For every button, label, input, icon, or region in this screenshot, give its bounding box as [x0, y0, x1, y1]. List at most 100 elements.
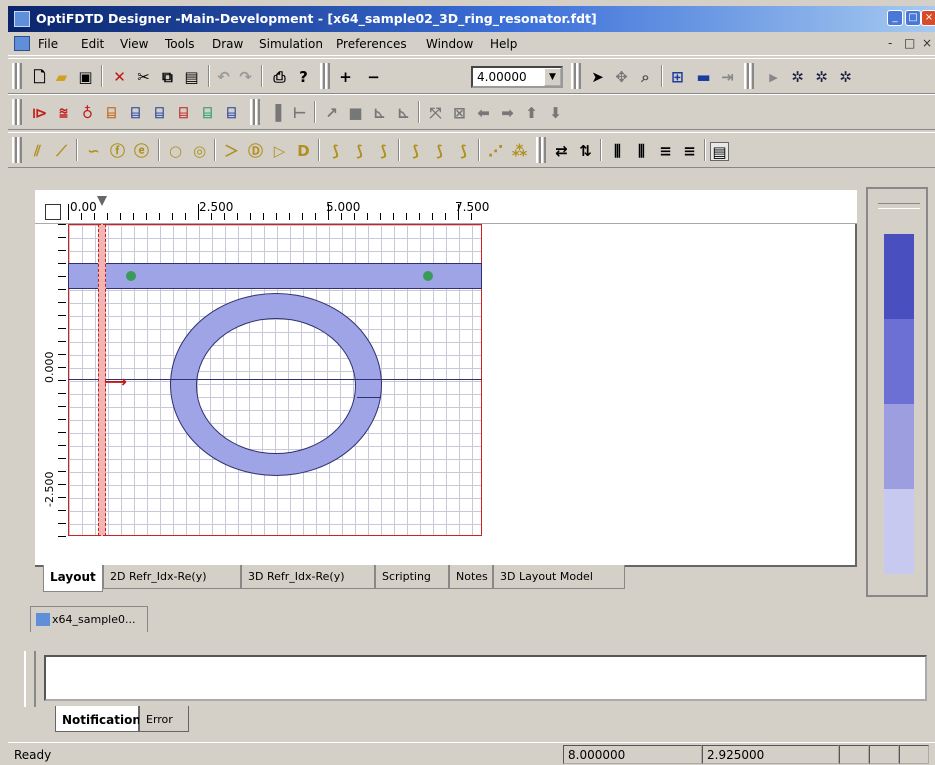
- redo-icon[interactable]: ↷: [236, 68, 255, 87]
- align-bottom-icon[interactable]: ⊢: [290, 104, 309, 123]
- measure-icon[interactable]: ↗: [322, 104, 341, 123]
- print-icon[interactable]: ⎙: [270, 68, 289, 87]
- profile-icon[interactable]: ♁: [78, 104, 97, 123]
- bend6-icon[interactable]: ⟆: [454, 142, 473, 161]
- edge-icon[interactable]: ⊾: [370, 104, 389, 123]
- edge2-icon[interactable]: ⊾: [394, 104, 413, 123]
- fill-icon[interactable]: ■: [346, 104, 365, 123]
- expression-wg-icon[interactable]: ⓔ: [132, 142, 151, 161]
- document-tab[interactable]: x64_sample0...: [30, 606, 148, 632]
- menu-window[interactable]: Window: [426, 37, 473, 51]
- tab-2d-refr-idx[interactable]: 2D Refr_Idx-Re(y): [103, 565, 241, 589]
- waveguide-point-left[interactable]: [126, 271, 136, 281]
- menu-draw[interactable]: Draw: [212, 37, 243, 51]
- lens-icon[interactable]: ⌸: [198, 104, 217, 123]
- notification-panel[interactable]: [44, 655, 927, 701]
- help-icon[interactable]: ?: [294, 68, 313, 87]
- pan-icon[interactable]: ✥: [612, 68, 631, 87]
- open-icon[interactable]: ▰: [52, 68, 71, 87]
- menu-view[interactable]: View: [120, 37, 148, 51]
- polygon-icon[interactable]: D: [294, 142, 313, 161]
- chevron-down-icon[interactable]: ▼: [544, 68, 561, 86]
- menu-help[interactable]: Help: [490, 37, 517, 51]
- toolbar-grip[interactable]: [749, 63, 754, 89]
- material-icon[interactable]: ⩰: [54, 104, 73, 123]
- menu-simulation[interactable]: Simulation: [259, 37, 323, 51]
- observation-icon[interactable]: ⇥: [718, 68, 737, 87]
- mdi-close-button[interactable]: ×: [922, 36, 932, 50]
- mmi-icon[interactable]: Ⓓ: [246, 142, 265, 161]
- copy-icon[interactable]: ⧉: [158, 68, 177, 87]
- mdi-restore-button[interactable]: □: [904, 36, 915, 50]
- tab-error[interactable]: Error: [139, 706, 189, 732]
- run-icon[interactable]: ▶: [764, 68, 783, 87]
- menu-tools[interactable]: Tools: [165, 37, 195, 51]
- align-left-icon[interactable]: ▐: [266, 104, 285, 123]
- menu-preferences[interactable]: Preferences: [336, 37, 407, 51]
- spacing2-icon[interactable]: ≡: [680, 142, 699, 161]
- distribute-icon[interactable]: ⫼: [608, 142, 627, 161]
- arrow-left-icon[interactable]: ⬅: [474, 104, 493, 123]
- title-bar[interactable]: OptiFDTD Designer -Main-Development - [x…: [8, 6, 935, 32]
- bend3-icon[interactable]: ⟆: [374, 142, 393, 161]
- ruler-corner-checkbox[interactable]: [45, 204, 61, 220]
- zoom-in-icon[interactable]: +: [336, 68, 355, 87]
- ellipse-icon[interactable]: ○: [166, 142, 185, 161]
- save-icon[interactable]: ▣: [76, 68, 95, 87]
- grid-icon[interactable]: ⊞: [668, 68, 687, 87]
- menu-file[interactable]: File: [38, 37, 58, 51]
- bend5-icon[interactable]: ⟆: [430, 142, 449, 161]
- tab-notes[interactable]: Notes: [449, 565, 493, 589]
- group-icon[interactable]: ⋰: [486, 142, 505, 161]
- toolbar-grip[interactable]: [541, 137, 546, 163]
- channel-icon[interactable]: ⌸: [102, 104, 121, 123]
- ring-icon[interactable]: ◎: [190, 142, 209, 161]
- toolbar-grip[interactable]: [255, 99, 260, 125]
- simulate3-icon[interactable]: ✲: [836, 68, 855, 87]
- distribute2-icon[interactable]: ⫼: [632, 142, 651, 161]
- cut-icon[interactable]: ✂: [134, 68, 153, 87]
- spacing-icon[interactable]: ≡: [656, 142, 675, 161]
- toolbar-grip[interactable]: [17, 137, 22, 163]
- array-icon[interactable]: ⁂: [510, 142, 529, 161]
- zoom-input[interactable]: 4.00000 ▼: [471, 66, 563, 88]
- tab-3d-refr-idx[interactable]: 3D Refr_Idx-Re(y): [241, 565, 375, 589]
- paste-icon[interactable]: ▤: [182, 68, 201, 87]
- lens2-icon[interactable]: ⌸: [222, 104, 241, 123]
- waveguide-point-right[interactable]: [423, 271, 433, 281]
- flip-h-icon[interactable]: ⇄: [552, 142, 571, 161]
- tab-3d-layout-model[interactable]: 3D Layout Model: [493, 565, 625, 589]
- taper-icon[interactable]: ⌸: [174, 104, 193, 123]
- flip-v-icon[interactable]: ⇅: [576, 142, 595, 161]
- rotate-icon[interactable]: ⤧: [426, 104, 445, 123]
- tab-layout[interactable]: Layout: [43, 565, 103, 592]
- arc-wg-icon[interactable]: ⟋: [52, 142, 71, 161]
- toolbar-grip[interactable]: [17, 63, 22, 89]
- arrow-up-icon[interactable]: ⬆: [522, 104, 541, 123]
- legend-handle[interactable]: [878, 203, 920, 209]
- waveguide-array2-icon[interactable]: ⌸: [150, 104, 169, 123]
- toolbar-grip[interactable]: [17, 99, 22, 125]
- notification-grip[interactable]: [24, 651, 36, 707]
- menu-edit[interactable]: Edit: [81, 37, 104, 51]
- taper-wg-icon[interactable]: ＞: [222, 142, 241, 161]
- tab-scripting[interactable]: Scripting: [375, 565, 449, 589]
- simulate2-icon[interactable]: ✲: [812, 68, 831, 87]
- bend4-icon[interactable]: ⟆: [406, 142, 425, 161]
- toolbar-grip[interactable]: [576, 63, 581, 89]
- wafer-icon[interactable]: ⧐: [30, 104, 49, 123]
- function-wg-icon[interactable]: ⓕ: [108, 142, 127, 161]
- zoom-out-icon[interactable]: −: [364, 68, 383, 87]
- maximize-button[interactable]: □: [905, 10, 921, 26]
- tab-notification[interactable]: Notification: [55, 706, 141, 732]
- delete-icon[interactable]: ✕: [110, 68, 129, 87]
- select-icon[interactable]: ➤: [588, 68, 607, 87]
- toolbar-grip[interactable]: [325, 63, 330, 89]
- arrow-down-icon[interactable]: ⬇: [546, 104, 565, 123]
- new-icon[interactable]: 🗋: [30, 68, 49, 87]
- properties-icon[interactable]: ▤: [710, 142, 729, 161]
- linear-wg-icon[interactable]: ⫽: [28, 142, 47, 161]
- waveguide-array-icon[interactable]: ⌸: [126, 104, 145, 123]
- fit-icon[interactable]: ⊠: [450, 104, 469, 123]
- zoom-tool-icon[interactable]: ⌕: [636, 68, 655, 87]
